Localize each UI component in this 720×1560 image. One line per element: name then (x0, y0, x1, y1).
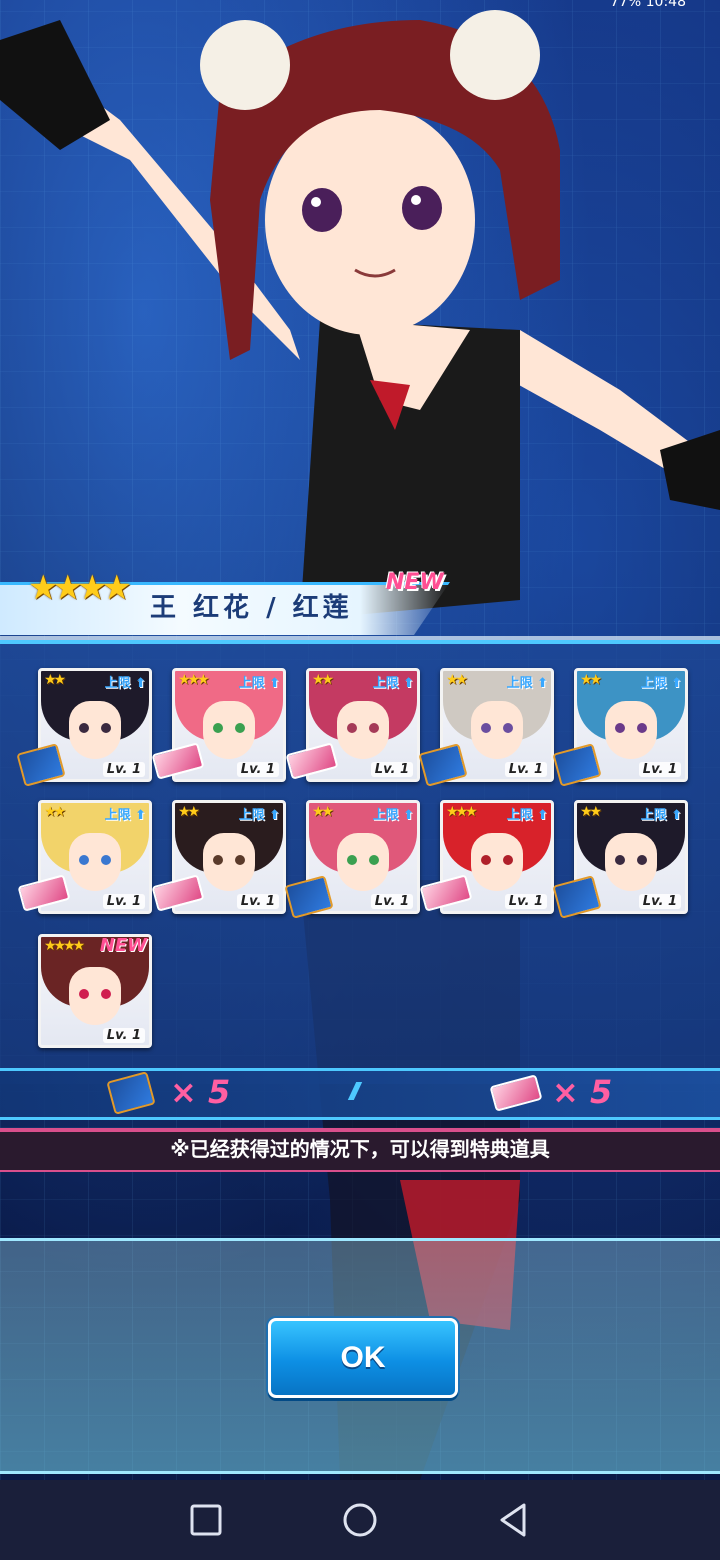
card-portrait-face (69, 967, 121, 1025)
card-eye-icon (503, 723, 513, 733)
card-portrait-face (337, 701, 389, 759)
card-limit-up-label: 上限 ⬆ (506, 676, 548, 691)
card-stars: ★★ (178, 804, 200, 820)
card-level: Lv. 1 (638, 762, 681, 777)
card-portrait-face (471, 833, 523, 891)
card-eye-icon (235, 723, 245, 733)
card-level: Lv. 1 (370, 762, 413, 777)
card-portrait-face (203, 701, 255, 759)
card-eye-icon (615, 723, 625, 733)
card-eye-icon (213, 855, 223, 865)
card-portrait-face (605, 701, 657, 759)
card-eye-icon (79, 855, 89, 865)
card-eye-icon (615, 855, 625, 865)
card-eye-icon (481, 855, 491, 865)
card-limit-up-label: 上限 ⬆ (640, 676, 682, 691)
card-level: Lv. 1 (236, 894, 279, 909)
rarity-stars: ★★★★ (28, 568, 132, 608)
card-eye-icon (101, 855, 111, 865)
card-eye-icon (101, 989, 111, 999)
card-eye-icon (235, 855, 245, 865)
card-stars: ★★ (312, 672, 334, 688)
character-card[interactable]: ★★★★ NEW Lv. 1 (38, 934, 152, 1048)
status-text: 77% 10:48 (610, 0, 686, 10)
card-eye-icon (79, 989, 89, 999)
card-portrait-face (203, 833, 255, 891)
book-count: × 5 (170, 1073, 231, 1111)
card-level: Lv. 1 (504, 762, 547, 777)
card-eye-icon (369, 723, 379, 733)
card-limit-up-label: 上限 ⬆ (640, 808, 682, 823)
card-portrait-face (69, 701, 121, 759)
card-level: Lv. 1 (102, 894, 145, 909)
triangle-back-icon[interactable] (494, 1500, 534, 1540)
card-stars: ★★ (312, 804, 334, 820)
ok-button[interactable]: OK (268, 1318, 458, 1398)
card-portrait-face (605, 833, 657, 891)
card-stars: ★★★ (446, 804, 478, 820)
card-eye-icon (347, 855, 357, 865)
new-tag: NEW (386, 570, 444, 595)
card-eye-icon (101, 723, 111, 733)
card-eye-icon (369, 855, 379, 865)
card-limit-up-label: 上限 ⬆ (238, 676, 280, 691)
card-portrait-face (69, 833, 121, 891)
card-stars: ★★ (44, 672, 66, 688)
card-limit-up-label: 上限 ⬆ (506, 808, 548, 823)
card-portrait-face (471, 701, 523, 759)
circle-icon[interactable] (340, 1500, 380, 1540)
card-level: Lv. 1 (102, 1028, 145, 1043)
ticket-count: × 5 (552, 1073, 613, 1111)
card-limit-up-label: 上限 ⬆ (372, 808, 414, 823)
square-icon[interactable] (186, 1500, 226, 1540)
card-limit-up-label: 上限 ⬆ (104, 676, 146, 691)
card-eye-icon (213, 723, 223, 733)
card-eye-icon (79, 723, 89, 733)
card-level: Lv. 1 (102, 762, 145, 777)
card-new-tag: NEW (99, 935, 147, 956)
card-stars: ★★ (580, 672, 602, 688)
status-bar: 77% 10:48 (0, 0, 720, 10)
card-eye-icon (347, 723, 357, 733)
notice-text: ※已经获得过的情况下，可以得到特典道具 (170, 1137, 550, 1161)
card-eye-icon (637, 723, 647, 733)
card-limit-up-label: 上限 ⬆ (238, 808, 280, 823)
card-level: Lv. 1 (370, 894, 413, 909)
card-stars: ★★ (44, 804, 66, 820)
card-eye-icon (481, 723, 491, 733)
card-portrait-face (337, 833, 389, 891)
card-stars: ★★★★ (44, 938, 85, 954)
card-level: Lv. 1 (638, 894, 681, 909)
card-eye-icon (503, 855, 513, 865)
card-stars: ★★ (580, 804, 602, 820)
character-name: 王 红花 / 红莲 (150, 593, 353, 623)
card-limit-up-label: 上限 ⬆ (104, 808, 146, 823)
card-eye-icon (637, 855, 647, 865)
card-stars: ★★ (446, 672, 468, 688)
card-stars: ★★★ (178, 672, 210, 688)
card-level: Lv. 1 (504, 894, 547, 909)
card-level: Lv. 1 (236, 762, 279, 777)
card-limit-up-label: 上限 ⬆ (372, 676, 414, 691)
